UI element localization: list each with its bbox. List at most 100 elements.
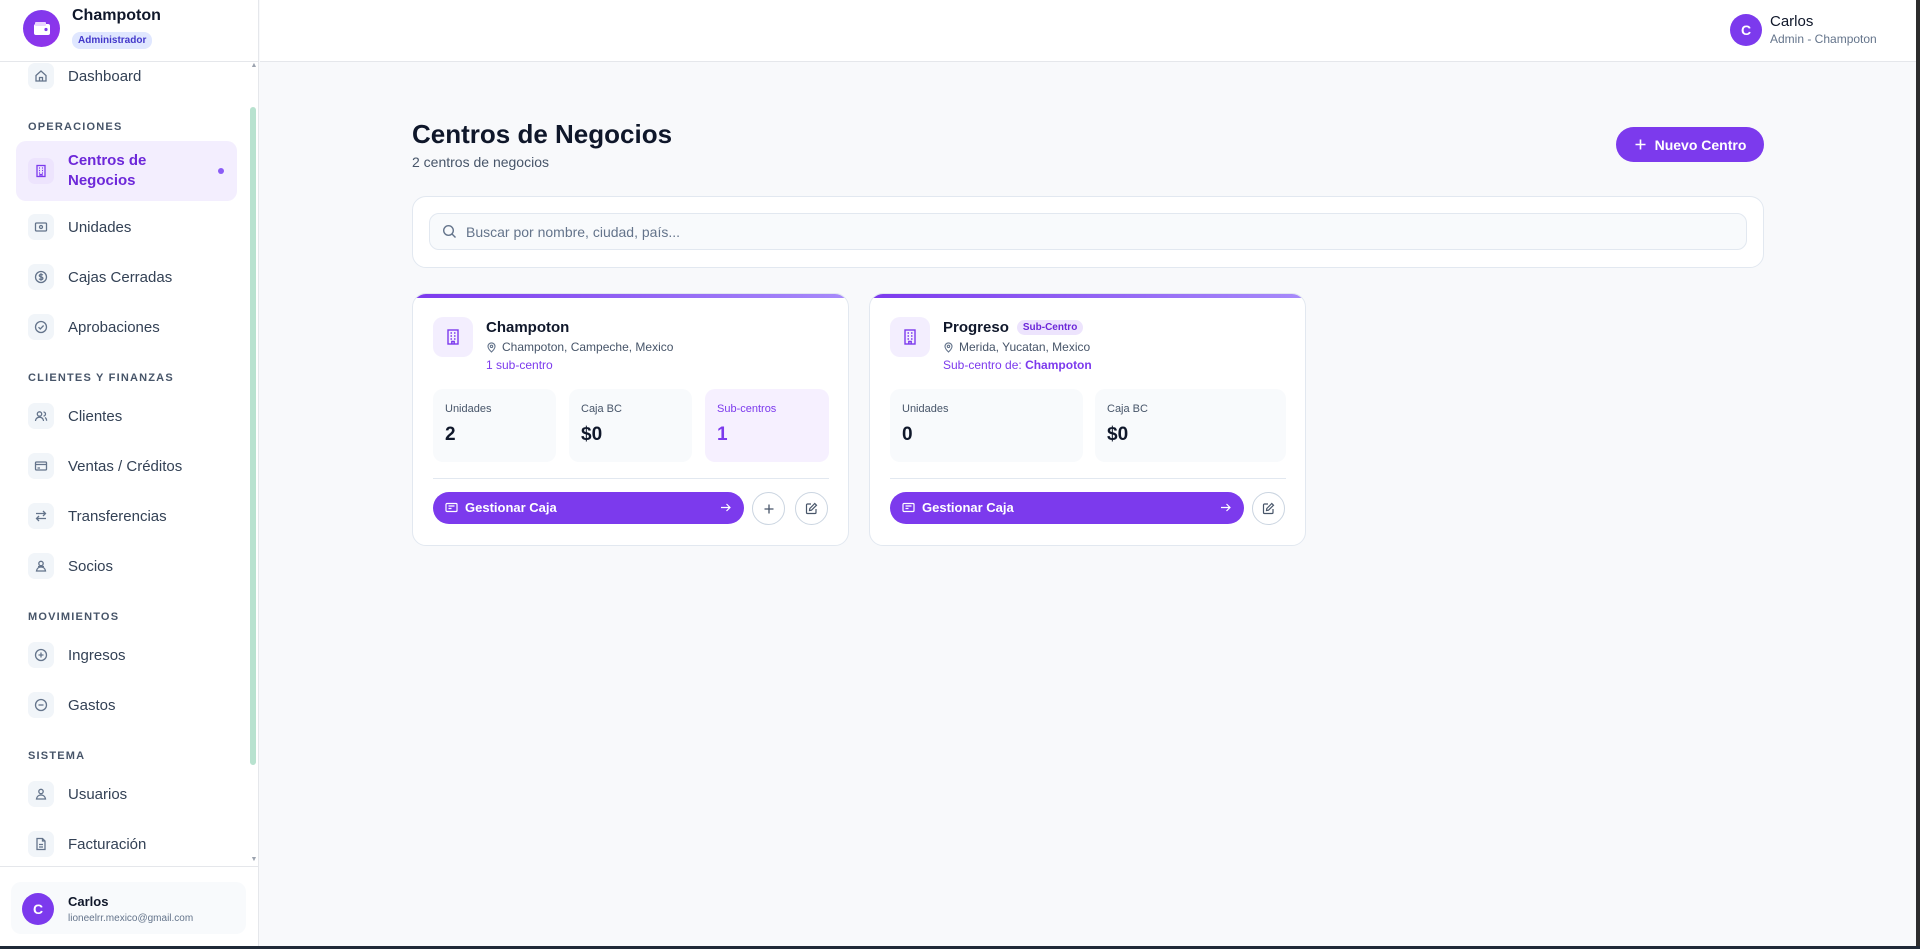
sidebar-item-usuarios[interactable]: Usuarios xyxy=(16,772,237,816)
sidebar-item-label: Clientes xyxy=(68,407,123,425)
users-icon xyxy=(28,403,54,429)
wallet-icon xyxy=(23,10,60,47)
brand-name: Champoton xyxy=(72,7,161,24)
sidebar-item-ingresos[interactable]: Ingresos xyxy=(16,633,237,677)
credit-card-icon xyxy=(28,453,54,479)
scroll-up-arrow-icon[interactable]: ▲ xyxy=(250,62,258,70)
manage-cash-button[interactable]: Gestionar Caja xyxy=(890,492,1244,524)
search-box[interactable] xyxy=(429,213,1747,250)
search-panel xyxy=(412,196,1764,268)
register-icon xyxy=(902,502,915,513)
card-divider xyxy=(433,478,829,479)
stat-label: Sub-centros xyxy=(717,403,777,415)
home-icon xyxy=(28,63,54,89)
stat-value: $0 xyxy=(581,424,603,445)
register-icon xyxy=(28,214,54,240)
sidebar-item-label: Centros de Negocios xyxy=(68,152,147,189)
sub-center-badge: Sub-Centro xyxy=(1016,320,1084,335)
edit-icon xyxy=(805,502,818,515)
edit-center-button[interactable] xyxy=(1252,492,1285,525)
topbar: C Carlos Admin - Champoton xyxy=(260,0,1916,62)
avatar[interactable]: C xyxy=(1730,14,1762,46)
swap-arrows-icon xyxy=(28,503,54,529)
building-icon xyxy=(28,158,54,184)
arrow-right-icon xyxy=(1221,503,1231,512)
partners-icon xyxy=(28,553,54,579)
stat-label: Caja BC xyxy=(581,403,622,415)
sidebar-item-label: Transferencias xyxy=(68,507,167,525)
map-pin-icon xyxy=(944,341,953,353)
stat-value: 2 xyxy=(445,424,456,445)
sidebar-item-centros[interactable]: Centros de Negocios xyxy=(16,141,237,201)
role-badge: Administrador xyxy=(72,32,153,49)
sidebar-item-gastos[interactable]: Gastos xyxy=(16,683,237,727)
scroll-down-arrow-icon[interactable]: ▼ xyxy=(250,856,258,864)
center-card-progreso: Progreso Sub-Centro Merida, Yucatan, Mex… xyxy=(869,293,1306,546)
card-divider xyxy=(890,478,1286,479)
sidebar-item-facturacion[interactable]: Facturación xyxy=(16,822,237,866)
card-accent-bar xyxy=(870,294,1305,298)
stat-caja-bc: Caja BC $0 xyxy=(569,389,692,462)
add-sub-center-button[interactable] xyxy=(752,492,785,525)
check-circle-icon xyxy=(28,314,54,340)
sidebar-item-dashboard[interactable]: Dashboard xyxy=(16,54,237,98)
sidebar-item-clientes[interactable]: Clientes xyxy=(16,394,237,438)
minus-circle-icon xyxy=(28,692,54,718)
stat-value: 0 xyxy=(902,424,913,445)
sidebar: Champoton Administrador ▲ ▼ Dashboard OP… xyxy=(0,0,259,946)
search-icon xyxy=(442,224,456,238)
sub-center-count-link[interactable]: 1 sub-centro xyxy=(486,358,553,372)
manage-cash-label: Gestionar Caja xyxy=(922,500,1014,515)
sidebar-scrollbar[interactable] xyxy=(250,107,256,765)
stat-value: 1 xyxy=(717,424,728,445)
invoice-icon xyxy=(28,831,54,857)
page-title: Centros de Negocios xyxy=(412,119,673,149)
parent-center-link[interactable]: Sub-centro de: Champoton xyxy=(943,358,1092,372)
sidebar-item-unidades[interactable]: Unidades xyxy=(16,205,237,249)
stat-label: Unidades xyxy=(445,403,492,415)
stat-label: Caja BC xyxy=(1107,403,1148,415)
center-name: Progreso Sub-Centro xyxy=(943,319,1084,336)
nav-section-clientes-finanzas: CLIENTES Y FINANZAS xyxy=(28,372,174,384)
sidebar-user-panel: C Carlos lioneelrr.mexico@gmail.com xyxy=(0,866,258,946)
search-input[interactable] xyxy=(466,214,1736,249)
new-center-label: Nuevo Centro xyxy=(1654,136,1747,153)
sidebar-item-label: Facturación xyxy=(68,835,147,853)
sidebar-item-label: Ingresos xyxy=(68,646,126,664)
active-indicator-dot xyxy=(218,168,224,174)
building-icon xyxy=(433,317,473,357)
register-icon xyxy=(445,502,458,513)
dollar-circle-icon xyxy=(28,264,54,290)
sidebar-item-label: Aprobaciones xyxy=(68,318,160,336)
nav-section-sistema: SISTEMA xyxy=(28,750,86,762)
manage-cash-button[interactable]: Gestionar Caja xyxy=(433,492,744,524)
stat-sub-centros: Sub-centros 1 xyxy=(705,389,829,462)
sidebar-item-label: Ventas / Créditos xyxy=(68,457,183,475)
arrow-right-icon xyxy=(721,503,731,512)
plus-icon xyxy=(1635,139,1646,150)
nav-section-operaciones: OPERACIONES xyxy=(28,121,123,133)
building-icon xyxy=(890,317,930,357)
sidebar-item-ventas[interactable]: Ventas / Créditos xyxy=(16,444,237,488)
nav-section-movimientos: MOVIMIENTOS xyxy=(28,611,120,623)
sidebar-item-socios[interactable]: Socios xyxy=(16,544,237,588)
edit-icon xyxy=(1262,502,1275,515)
manage-cash-label: Gestionar Caja xyxy=(465,500,557,515)
app-window: Champoton Administrador ▲ ▼ Dashboard OP… xyxy=(0,0,1920,946)
stat-unidades: Unidades 2 xyxy=(433,389,556,462)
sidebar-item-transferencias[interactable]: Transferencias xyxy=(16,494,237,538)
sidebar-item-label: Unidades xyxy=(68,218,132,236)
user-role: Admin - Champoton xyxy=(1770,32,1877,46)
new-center-button[interactable]: Nuevo Centro xyxy=(1616,127,1764,162)
sidebar-item-label: Usuarios xyxy=(68,785,128,803)
center-card-champoton: Champoton Champoton, Campeche, Mexico 1 … xyxy=(412,293,849,546)
sidebar-user-card[interactable]: C Carlos lioneelrr.mexico@gmail.com xyxy=(11,882,246,934)
sidebar-item-aprobaciones[interactable]: Aprobaciones xyxy=(16,305,237,349)
avatar: C xyxy=(22,893,54,925)
sidebar-item-label: Gastos xyxy=(68,696,116,714)
stat-caja-bc: Caja BC $0 xyxy=(1095,389,1286,462)
plus-circle-icon xyxy=(28,642,54,668)
sidebar-item-cajas-cerradas[interactable]: Cajas Cerradas xyxy=(16,255,237,299)
user-name: Carlos xyxy=(1770,13,1814,30)
edit-center-button[interactable] xyxy=(795,492,828,525)
